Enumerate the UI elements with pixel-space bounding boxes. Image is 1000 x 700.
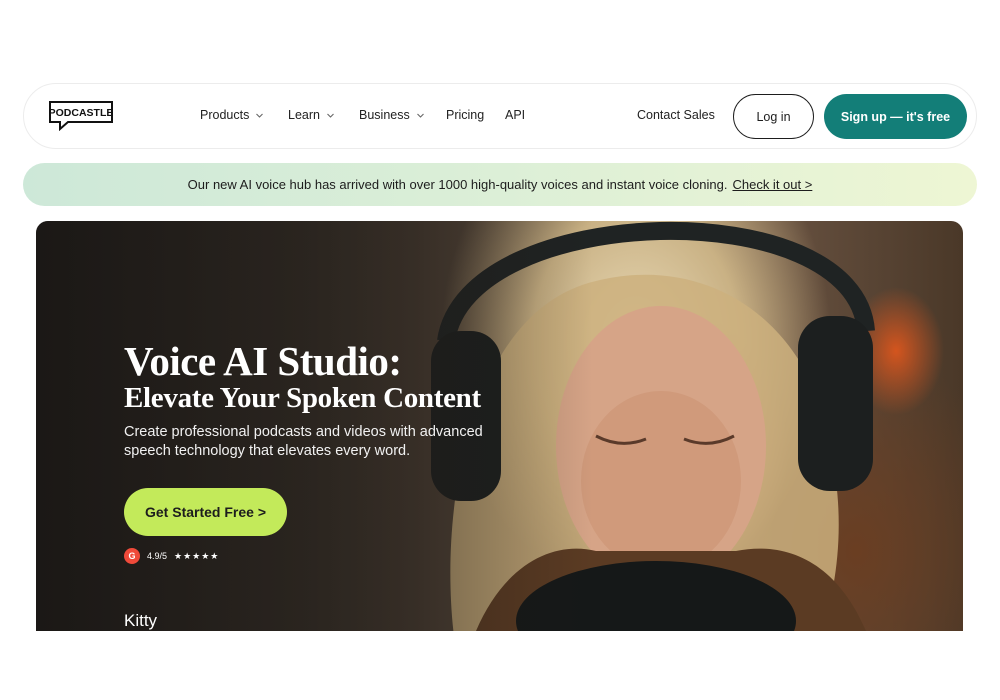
nav-products-label: Products	[200, 108, 250, 122]
hero-title: Voice AI Studio: Elevate Your Spoken Con…	[124, 341, 481, 415]
nav-learn-label: Learn	[288, 108, 320, 122]
nav-business[interactable]: Business	[359, 108, 425, 122]
chevron-down-icon	[255, 111, 264, 120]
rating-score: 4.9/5	[147, 551, 168, 561]
nav-api-label: API	[505, 108, 526, 122]
contact-sales-link[interactable]: Contact Sales	[637, 108, 715, 122]
chevron-down-icon	[326, 111, 335, 120]
signup-button[interactable]: Sign up — it's free	[824, 94, 967, 139]
g2-logo-icon: G	[124, 548, 140, 564]
nav-pricing[interactable]: Pricing	[446, 108, 484, 122]
nav-business-label: Business	[359, 108, 410, 122]
hero-section: Voice AI Studio: Elevate Your Spoken Con…	[36, 221, 963, 631]
hero-title-line1: Voice AI Studio:	[124, 338, 402, 384]
announcement-banner: Our new AI voice hub has arrived with ov…	[23, 163, 977, 206]
get-started-button[interactable]: Get Started Free >	[124, 488, 287, 536]
top-navbar: PODCASTLE Products Learn Business Pricin…	[23, 83, 977, 149]
hero-title-line2: Elevate Your Spoken Content	[124, 382, 481, 414]
chevron-down-icon	[416, 111, 425, 120]
speaker-name: Kitty	[124, 611, 158, 630]
nav-learn[interactable]: Learn	[288, 108, 335, 122]
rating-row: G 4.9/5 ★★★★★	[124, 548, 219, 564]
banner-text: Our new AI voice hub has arrived with ov…	[187, 177, 728, 192]
nav-pricing-label: Pricing	[446, 108, 485, 122]
banner-link[interactable]: Check it out >	[732, 177, 812, 192]
login-button[interactable]: Log in	[733, 94, 814, 139]
nav-api[interactable]: API	[505, 108, 525, 122]
star-icon: ★★★★★	[174, 550, 220, 561]
hero-description: Create professional podcasts and videos …	[124, 424, 483, 459]
nav-products[interactable]: Products	[200, 108, 264, 122]
contact-sales-label: Contact Sales	[637, 108, 715, 122]
